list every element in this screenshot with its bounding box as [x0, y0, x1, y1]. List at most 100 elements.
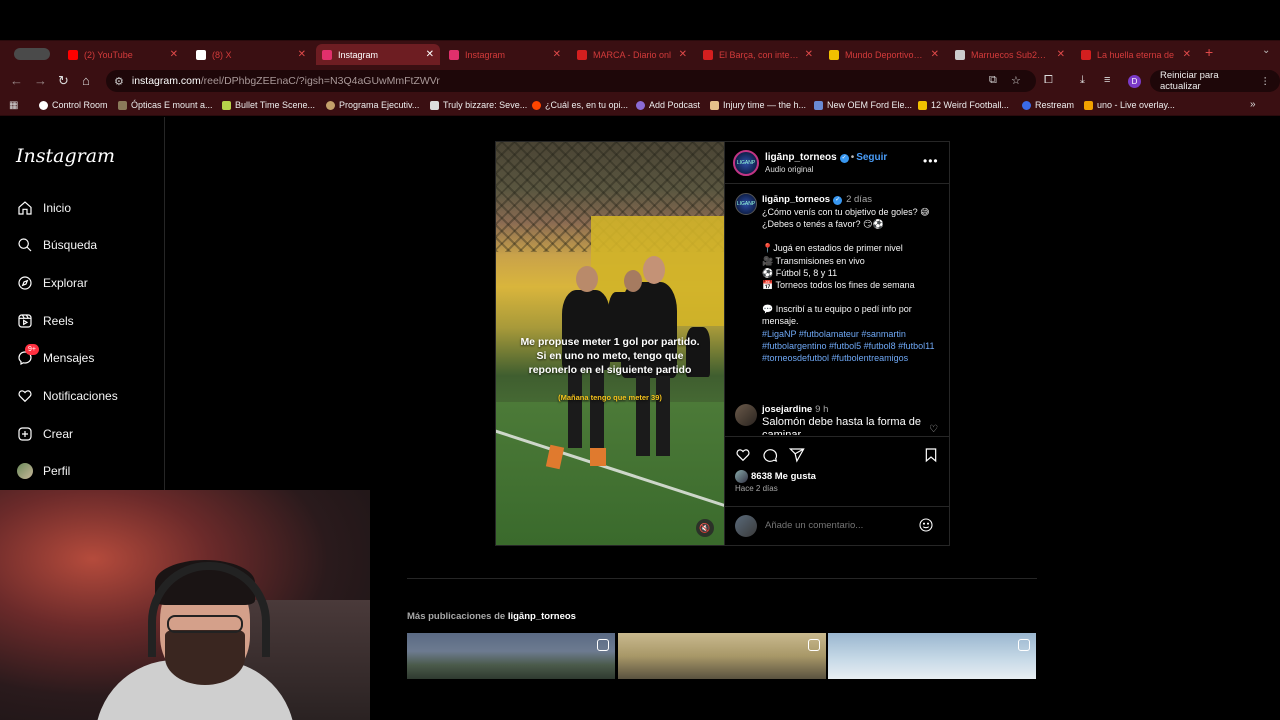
nav-item-notificaciones[interactable]: Notificaciones	[16, 384, 118, 408]
pitch	[496, 402, 724, 545]
nav-item-explorar[interactable]: Explorar	[16, 271, 88, 295]
caption-username[interactable]: ligānp_torneos	[762, 194, 830, 205]
close-tab-icon[interactable]: ✕	[931, 49, 939, 60]
account-avatar[interactable]: LIGANP	[733, 150, 759, 176]
close-tab-icon[interactable]: ✕	[170, 49, 178, 60]
close-tab-icon[interactable]: ✕	[553, 49, 561, 60]
apps-grid-icon[interactable]: ▦	[9, 100, 18, 111]
close-tab-icon[interactable]: ✕	[1057, 49, 1065, 60]
more-post-thumbnail[interactable]	[828, 633, 1036, 679]
back-arrow-icon[interactable]: ←	[10, 73, 23, 88]
comment-username[interactable]: josejardine	[762, 404, 812, 415]
tab-barca[interactable]: El Barça, con intenc ✕	[697, 44, 819, 65]
caption-cta: 💬 Inscribí a tu equipo o pedí info por m…	[762, 304, 912, 327]
like-comment-heart-icon[interactable]: ♡	[929, 424, 938, 435]
more-post-thumbnail[interactable]	[618, 633, 826, 679]
share-send-icon[interactable]	[788, 447, 805, 463]
comments-area[interactable]: LIGANP ligānp_torneos ✓ 2 días ¿Cómo venís…	[725, 185, 950, 435]
forward-arrow-icon[interactable]: →	[34, 73, 47, 88]
restart-to-update-button[interactable]: Reiniciar para actualizar ⋮	[1150, 70, 1280, 92]
podcast-icon	[636, 100, 645, 110]
caption-time: 2 días	[846, 194, 872, 205]
nav-item-mensajes[interactable]: 9+ Mensajes	[16, 344, 94, 370]
nav-item-perfil[interactable]: Perfil	[16, 459, 70, 483]
bookmark-item[interactable]: Restream	[1022, 100, 1074, 110]
nav-item-crear[interactable]: Crear	[16, 422, 73, 446]
x-icon	[196, 49, 206, 60]
tab-mundo-deportivo[interactable]: Mundo Deportivo | M ✕	[823, 44, 945, 65]
nav-item-inicio[interactable]: Inicio	[16, 196, 71, 220]
bookmark-item[interactable]: Injury time — the h...	[710, 100, 806, 110]
like-heart-icon[interactable]	[735, 447, 751, 463]
close-tab-icon[interactable]: ✕	[805, 49, 813, 60]
bookmark-item[interactable]: Control Room	[39, 100, 108, 110]
more-vert-icon[interactable]: ⋮	[1261, 76, 1271, 87]
caption-hashtags[interactable]: #LigaNP #futbolamateur #sanmartin #futbo…	[762, 328, 944, 365]
close-tab-icon[interactable]: ✕	[1183, 49, 1191, 60]
home-icon	[16, 199, 34, 217]
bookmark-item[interactable]: Ópticas E mount a...	[118, 100, 213, 110]
bookmark-icon	[222, 100, 231, 110]
more-posts-username[interactable]: ligānp_torneos	[508, 611, 576, 622]
install-app-icon[interactable]: ⧉	[989, 74, 997, 87]
bookmark-item[interactable]: 12 Weird Football...	[918, 100, 1009, 110]
close-tab-icon[interactable]: ✕	[426, 49, 434, 60]
commenter-avatar[interactable]	[735, 404, 757, 426]
bookmark-star-icon[interactable]: ☆	[1011, 74, 1021, 87]
site-info-icon[interactable]: ⚙	[114, 75, 124, 88]
uno-icon	[1084, 100, 1093, 110]
tab-x[interactable]: (8) X ✕	[190, 44, 312, 65]
caption-header: ligānp_torneos ✓ 2 días	[762, 194, 872, 205]
more-options-icon[interactable]: •••	[923, 154, 939, 168]
follow-button[interactable]: Seguir	[856, 152, 887, 163]
bookmark-item[interactable]: Bullet Time Scene...	[222, 100, 315, 110]
tab-marruecos[interactable]: Marruecos Sub20 G ✕	[949, 44, 1071, 65]
url-text[interactable]: instagram.com/reel/DPhbgZEEnaC/?igsh=N3Q…	[132, 75, 440, 87]
emoji-icon[interactable]	[918, 517, 934, 533]
tab-youtube[interactable]: (2) YouTube ✕	[62, 44, 184, 65]
tab-instagram[interactable]: Instagram ✕	[443, 44, 567, 65]
bookmark-item[interactable]: Programa Ejecutiv...	[326, 100, 419, 110]
address-bar[interactable]: ⚙ instagram.com/reel/DPhbgZEEnaC/?igsh=N…	[106, 70, 1036, 92]
account-username[interactable]: ligānp_torneos	[765, 152, 837, 163]
tab-marca[interactable]: MARCA - Diario onl ✕	[571, 44, 693, 65]
likes-count[interactable]: 8638 Me gusta	[735, 470, 816, 483]
post-actions: 8638 Me gusta Hace 2 días	[725, 436, 950, 496]
window-controls[interactable]	[14, 48, 50, 60]
profile-avatar[interactable]: D	[1128, 75, 1141, 88]
close-tab-icon[interactable]: ✕	[679, 49, 687, 60]
more-bookmarks-chevron-icon[interactable]: »	[1250, 99, 1256, 110]
reload-icon[interactable]: ↻	[58, 73, 69, 89]
bookmark-item[interactable]: New OEM Ford Ele...	[814, 100, 912, 110]
caption-avatar[interactable]: LIGANP	[735, 193, 757, 215]
audio-link[interactable]: Audio original	[765, 165, 813, 174]
bookmark-icon	[39, 100, 48, 110]
bookmark-icon	[326, 100, 335, 110]
comment-icon[interactable]	[762, 447, 778, 463]
mute-button[interactable]: 🔇	[696, 519, 714, 537]
browser-toolbar: ← → ↻ ⌂ ⚙ instagram.com/reel/DPhbgZEEnaC…	[0, 66, 1280, 96]
bookmark-icon	[710, 100, 719, 110]
nav-item-busqueda[interactable]: Búsqueda	[16, 233, 97, 257]
close-tab-icon[interactable]: ✕	[298, 49, 306, 60]
bookmark-item[interactable]: ¿Cuál es, en tu opi...	[532, 100, 628, 110]
comment-input[interactable]	[765, 520, 905, 531]
bookmark-item[interactable]: Add Podcast	[636, 100, 700, 110]
extensions-icon[interactable]: ⧠	[1044, 74, 1053, 87]
tab-search-chevron-icon[interactable]: ⌄	[1262, 45, 1270, 56]
tab-instagram-active[interactable]: Instagram ✕	[316, 44, 440, 65]
instagram-logo[interactable]: Instagram	[16, 145, 115, 167]
reel-video[interactable]: Me propuse meter 1 gol por partido. Si e…	[496, 142, 724, 545]
new-tab-button[interactable]: +	[1205, 44, 1213, 60]
reddit-icon	[532, 100, 541, 110]
bookmark-item[interactable]: Truly bizzare: Seve...	[430, 100, 527, 110]
youtube-icon	[68, 49, 78, 60]
media-control-icon[interactable]: ≡	[1104, 74, 1110, 86]
bookmark-item[interactable]: uno - Live overlay...	[1084, 100, 1175, 110]
more-post-thumbnail[interactable]	[407, 633, 615, 679]
save-bookmark-icon[interactable]	[923, 447, 939, 463]
tab-huella[interactable]: La huella eterna de ✕	[1075, 44, 1197, 65]
nav-item-reels[interactable]: Reels	[16, 309, 74, 333]
home-browser-icon[interactable]: ⌂	[82, 73, 90, 88]
downloads-icon[interactable]: ⤓	[1080, 74, 1085, 87]
